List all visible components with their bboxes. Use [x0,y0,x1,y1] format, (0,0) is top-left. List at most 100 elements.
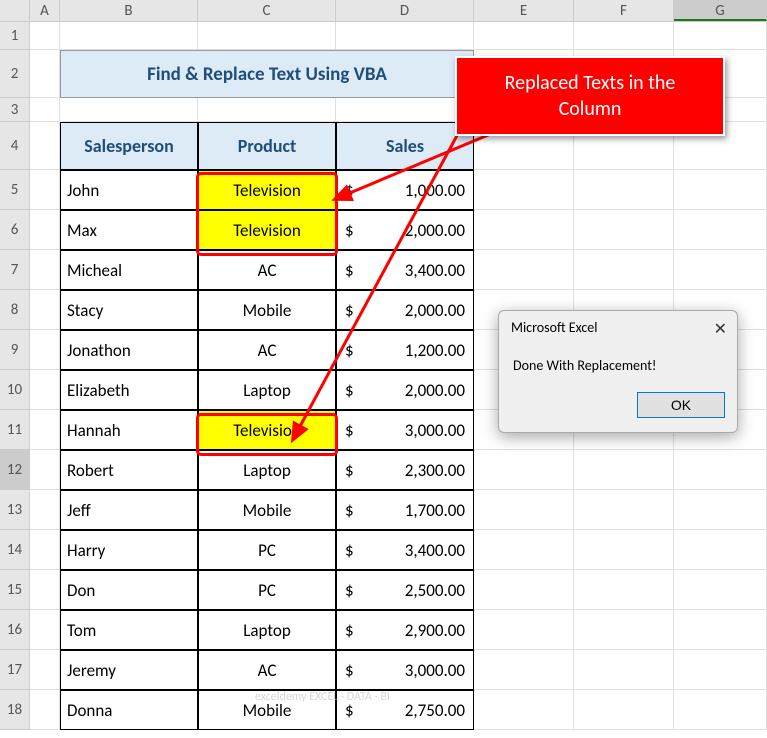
sales-cell[interactable]: $2,300.00 [336,450,474,490]
sales-cell[interactable]: $1,200.00 [336,330,474,370]
product-cell[interactable]: Television [198,410,336,450]
cell[interactable] [474,690,574,730]
cell[interactable] [336,22,474,50]
cell[interactable] [574,610,674,650]
page-title[interactable]: Find & Replace Text Using VBA [60,50,474,98]
close-icon[interactable]: ✕ [714,319,727,339]
row-header[interactable]: 6 [0,210,30,250]
sales-cell[interactable]: $3,000.00 [336,650,474,690]
corner-cell[interactable] [0,0,30,22]
cell[interactable] [336,98,474,122]
cell[interactable] [30,330,60,370]
cell[interactable] [574,250,674,290]
col-header-A[interactable]: A [30,0,60,21]
col-header-E[interactable]: E [474,0,574,21]
cell[interactable] [674,490,767,530]
cell[interactable] [30,490,60,530]
col-header-D[interactable]: D [336,0,474,21]
cell[interactable] [474,22,574,50]
sales-cell[interactable]: $3,400.00 [336,250,474,290]
salesperson-cell[interactable]: Jonathon [60,330,198,370]
cell[interactable] [474,530,574,570]
col-header-G[interactable]: G [674,0,767,21]
cell[interactable] [30,250,60,290]
row-header[interactable]: 2 [0,50,30,98]
row-header[interactable]: 14 [0,530,30,570]
salesperson-cell[interactable]: Jeremy [60,650,198,690]
cell[interactable] [474,250,574,290]
sales-cell[interactable]: $2,500.00 [336,570,474,610]
cell[interactable] [474,610,574,650]
row-header[interactable]: 4 [0,122,30,170]
col-header-C[interactable]: C [198,0,336,21]
row-header[interactable]: 15 [0,570,30,610]
cell[interactable] [30,570,60,610]
salesperson-cell[interactable]: Harry [60,530,198,570]
cell[interactable] [30,122,60,170]
sales-cell[interactable]: $2,900.00 [336,610,474,650]
sales-cell[interactable]: $2,000.00 [336,210,474,250]
cell[interactable] [30,370,60,410]
col-product[interactable]: Product [198,122,336,170]
cell[interactable] [674,170,767,210]
cell[interactable] [474,570,574,610]
row-header[interactable]: 8 [0,290,30,330]
row-header[interactable]: 16 [0,610,30,650]
cell[interactable] [474,210,574,250]
col-header-F[interactable]: F [574,0,674,21]
product-cell[interactable]: Mobile [198,290,336,330]
col-sales[interactable]: Sales [336,122,474,170]
cell[interactable] [674,610,767,650]
cell[interactable] [474,450,574,490]
cell[interactable] [574,22,674,50]
cell[interactable] [60,98,198,122]
row-header[interactable]: 11 [0,410,30,450]
row-header[interactable]: 7 [0,250,30,290]
product-cell[interactable]: Laptop [198,370,336,410]
cell[interactable] [30,530,60,570]
row-header[interactable]: 1 [0,22,30,50]
cell[interactable] [674,570,767,610]
cell[interactable] [574,530,674,570]
cell[interactable] [30,170,60,210]
salesperson-cell[interactable]: Elizabeth [60,370,198,410]
cell[interactable] [574,690,674,730]
row-header[interactable]: 12 [0,450,30,490]
row-header[interactable]: 3 [0,98,30,122]
col-salesperson[interactable]: Salesperson [60,122,198,170]
cell[interactable] [674,650,767,690]
row-header[interactable]: 13 [0,490,30,530]
product-cell[interactable]: Television [198,170,336,210]
sales-cell[interactable]: $1,000.00 [336,170,474,210]
product-cell[interactable]: PC [198,530,336,570]
row-header[interactable]: 9 [0,330,30,370]
salesperson-cell[interactable]: Stacy [60,290,198,330]
ok-button[interactable]: OK [637,392,725,418]
cell[interactable] [674,22,767,50]
cell[interactable] [30,410,60,450]
salesperson-cell[interactable]: John [60,170,198,210]
row-header[interactable]: 10 [0,370,30,410]
cell[interactable] [574,450,674,490]
product-cell[interactable]: Television [198,210,336,250]
row-header[interactable]: 5 [0,170,30,210]
product-cell[interactable]: PC [198,570,336,610]
cell[interactable] [674,690,767,730]
cell[interactable] [30,210,60,250]
product-cell[interactable]: Mobile [198,490,336,530]
product-cell[interactable]: Laptop [198,450,336,490]
salesperson-cell[interactable]: Jeff [60,490,198,530]
cell[interactable] [198,98,336,122]
cell[interactable] [30,450,60,490]
salesperson-cell[interactable]: Hannah [60,410,198,450]
salesperson-cell[interactable]: Micheal [60,250,198,290]
cell[interactable] [30,98,60,122]
product-cell[interactable]: AC [198,330,336,370]
cell[interactable] [30,650,60,690]
cell[interactable] [30,50,60,98]
row-header[interactable]: 18 [0,690,30,730]
salesperson-cell[interactable]: Robert [60,450,198,490]
col-header-B[interactable]: B [60,0,198,21]
product-cell[interactable]: AC [198,250,336,290]
cell[interactable] [60,22,198,50]
